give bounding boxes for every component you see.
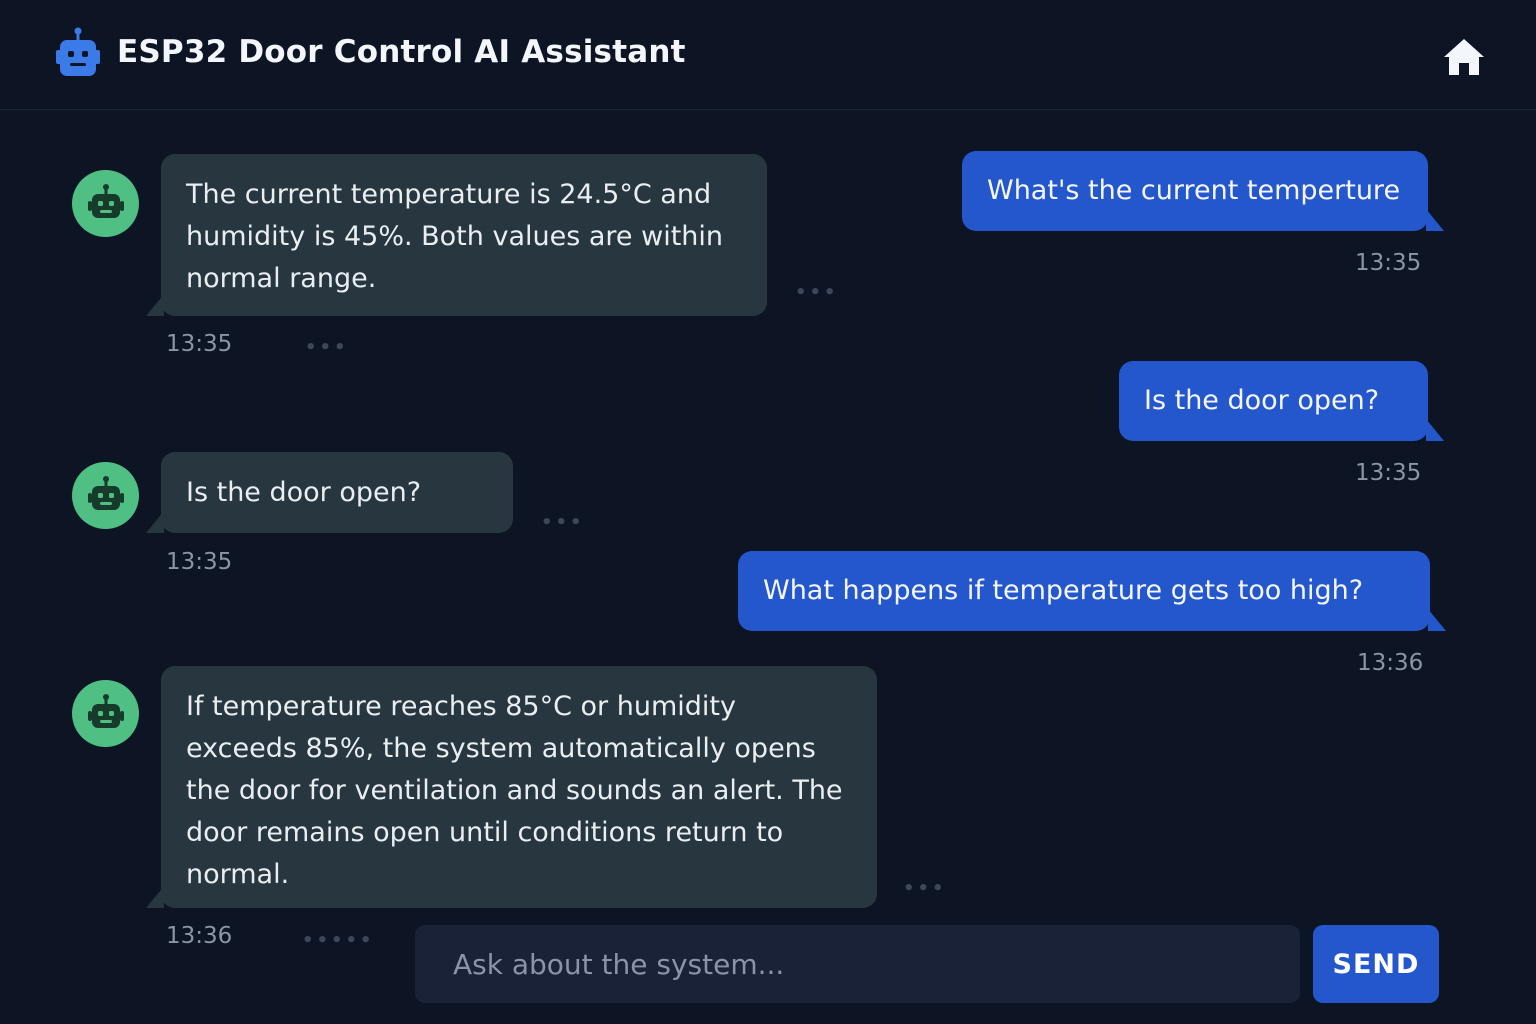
message-timestamp: 13:36 [166,923,233,949]
message-text: What happens if temperature gets too hig… [763,575,1364,606]
app-header: ESP32 Door Control AI Assistant [0,0,1536,110]
home-icon[interactable] [1442,37,1486,77]
typing-dots: ••• [541,512,585,533]
message-timestamp: 13:35 [1355,460,1422,486]
user-message: What happens if temperature gets too hig… [738,551,1446,631]
message-text: Is the door open? [186,477,422,508]
send-button[interactable]: SEND [1313,925,1439,1003]
bot-message: Is the door open? [146,452,513,533]
message-input[interactable] [415,925,1300,1003]
robot-icon [88,184,124,218]
message-text: The current temperature is 24.5°C and hu… [186,179,724,294]
user-message: Is the door open? [1119,361,1444,441]
page-title: ESP32 Door Control AI Assistant [117,34,686,70]
typing-dots: ••• [903,878,947,899]
message-timestamp: 13:35 [1355,250,1422,276]
user-message: What's the current temperture [962,151,1444,231]
bot-avatar [72,680,139,747]
robot-icon [56,27,100,76]
typing-dots: ••• [305,337,349,358]
message-text: Is the door open? [1144,385,1380,416]
bot-message: If temperature reaches 85°C or humidity … [146,666,877,908]
message-timestamp: 13:35 [166,549,233,575]
typing-dots: ••••• [302,930,375,951]
message-text: What's the current temperture [987,175,1401,206]
bot-message: The current temperature is 24.5°C and hu… [146,154,767,316]
bot-avatar [72,462,139,529]
robot-icon [88,476,124,510]
typing-dots: ••• [795,282,839,303]
bot-avatar [72,170,139,237]
message-timestamp: 13:36 [1357,650,1424,676]
robot-icon [88,694,124,728]
message-text: If temperature reaches 85°C or humidity … [186,691,843,890]
message-timestamp: 13:35 [166,331,233,357]
